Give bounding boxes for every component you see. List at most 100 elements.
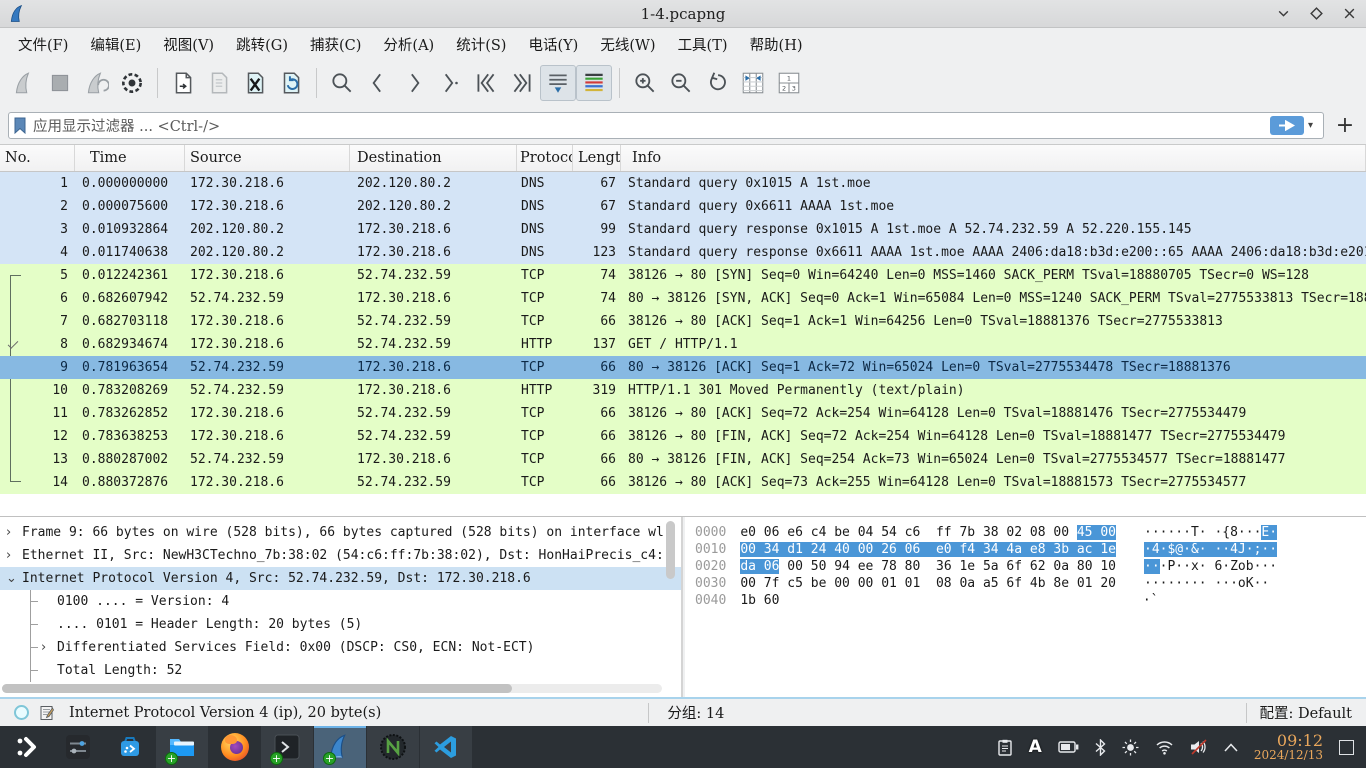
clipboard-tray-icon[interactable] <box>997 739 1013 756</box>
detail-line[interactable]: ›Frame 9: 66 bytes on wire (528 bits), 6… <box>0 521 681 544</box>
packet-row[interactable]: 130.88028700252.74.232.59172.30.218.6TCP… <box>0 448 1366 471</box>
column-header[interactable]: Info <box>621 145 1366 171</box>
packet-row[interactable]: 120.783638253172.30.218.652.74.232.59TCP… <box>0 425 1366 448</box>
menu-item[interactable]: 编辑(E) <box>84 31 147 58</box>
expander-icon[interactable]: › <box>6 544 22 567</box>
restart-capture-button[interactable] <box>78 65 114 101</box>
open-file-button[interactable] <box>165 65 201 101</box>
expander-icon[interactable]: ⌄ <box>6 567 22 590</box>
packet-row[interactable]: 80.682934674172.30.218.652.74.232.59HTTP… <box>0 333 1366 356</box>
zoom-out-button[interactable] <box>663 65 699 101</box>
packet-row[interactable]: 70.682703118172.30.218.652.74.232.59TCP6… <box>0 310 1366 333</box>
menu-item[interactable]: 捕获(C) <box>304 31 367 58</box>
expert-info-icon[interactable] <box>14 705 29 720</box>
column-header[interactable]: No. <box>0 145 75 171</box>
vscode-button[interactable] <box>420 726 472 768</box>
colorize-toggle[interactable] <box>576 65 612 101</box>
menu-item[interactable]: 分析(A) <box>377 31 440 58</box>
zoom-in-button[interactable] <box>627 65 663 101</box>
auto-scroll-toggle[interactable] <box>540 65 576 101</box>
neovim-button[interactable] <box>367 726 419 768</box>
go-forward-button[interactable] <box>396 65 432 101</box>
menu-item[interactable]: 视图(V) <box>157 31 220 58</box>
detail-line[interactable]: ›Ethernet II, Src: NewH3CTechno_7b:38:02… <box>0 544 681 567</box>
go-first-button[interactable] <box>468 65 504 101</box>
detail-line[interactable]: ›Differentiated Services Field: 0x00 (DS… <box>30 636 681 659</box>
hex-row[interactable]: 0000e0 06 e6 c4 be 04 54 c6 ff 7b 38 02 … <box>685 524 1366 541</box>
packet-row[interactable]: 60.68260794252.74.232.59172.30.218.6TCP7… <box>0 287 1366 310</box>
discover-button[interactable] <box>104 726 156 768</box>
filter-bookmark-icon[interactable] <box>13 117 27 134</box>
layout-1-2-3-button[interactable]: 123 <box>771 65 807 101</box>
column-header[interactable]: Time <box>75 145 185 171</box>
hex-row[interactable]: 0020da 06 00 50 94 ee 78 80 36 1e 5a 6f … <box>685 558 1366 575</box>
column-header[interactable]: Lengtl <box>573 145 621 171</box>
system-settings-button[interactable] <box>52 726 104 768</box>
apply-filter-button[interactable] <box>1270 116 1304 135</box>
close-button[interactable] <box>1343 7 1356 20</box>
go-to-packet-button[interactable] <box>432 65 468 101</box>
column-header[interactable]: Destination <box>350 145 517 171</box>
go-last-button[interactable] <box>504 65 540 101</box>
clock[interactable]: 09:12 2024/12/13 <box>1254 732 1323 763</box>
hex-row[interactable]: 00401b 60·` <box>685 592 1366 609</box>
detail-vscrollbar[interactable] <box>666 521 675 681</box>
tray-expand-caret-icon[interactable] <box>1224 743 1238 752</box>
packet-row[interactable]: 110.783262852172.30.218.652.74.232.59TCP… <box>0 402 1366 425</box>
add-filter-button[interactable]: + <box>1332 112 1358 138</box>
capture-comment-icon[interactable] <box>39 705 55 721</box>
packet-row[interactable]: 20.000075600172.30.218.6202.120.80.2DNS6… <box>0 195 1366 218</box>
maximize-button[interactable] <box>1310 7 1323 20</box>
packet-row[interactable]: 50.012242361172.30.218.652.74.232.59TCP7… <box>0 264 1366 287</box>
menu-item[interactable]: 工具(T) <box>672 31 734 58</box>
column-header[interactable]: Source <box>185 145 350 171</box>
detail-line[interactable]: Total Length: 52 <box>30 659 681 682</box>
volume-muted-tray-icon[interactable] <box>1190 739 1208 755</box>
firefox-button[interactable] <box>209 726 261 768</box>
packet-row[interactable]: 90.78196365452.74.232.59172.30.218.6TCP6… <box>0 356 1366 379</box>
detail-hscrollbar[interactable] <box>2 684 662 693</box>
display-filter-input[interactable]: 应用显示过滤器 ... <Ctrl-/> ▾ <box>8 112 1324 139</box>
file-manager-button[interactable]: + <box>156 726 208 768</box>
minimize-button[interactable] <box>1277 7 1290 20</box>
packet-row[interactable]: 40.011740638202.120.80.2172.30.218.6DNS1… <box>0 241 1366 264</box>
bluetooth-tray-icon[interactable] <box>1095 739 1106 756</box>
filter-dropdown-caret[interactable]: ▾ <box>1308 120 1313 131</box>
wifi-tray-icon[interactable] <box>1155 740 1174 755</box>
packet-row[interactable]: 140.880372876172.30.218.652.74.232.59TCP… <box>0 471 1366 494</box>
show-desktop-button[interactable] <box>1339 740 1354 755</box>
menu-item[interactable]: 文件(F) <box>12 31 74 58</box>
resize-columns-button[interactable] <box>735 65 771 101</box>
column-header[interactable]: Protocol <box>517 145 573 171</box>
expander-icon[interactable]: › <box>41 636 57 659</box>
wireshark-task-button[interactable]: + <box>314 726 366 768</box>
packet-row[interactable]: 10.000000000172.30.218.6202.120.80.2DNS6… <box>0 172 1366 195</box>
close-file-button[interactable] <box>237 65 273 101</box>
battery-tray-icon[interactable] <box>1058 741 1079 753</box>
menu-item[interactable]: 帮助(H) <box>744 31 809 58</box>
terminal-button[interactable]: + <box>261 726 313 768</box>
go-back-button[interactable] <box>360 65 396 101</box>
menu-item[interactable]: 跳转(G) <box>230 31 294 58</box>
menu-item[interactable]: 无线(W) <box>594 31 661 58</box>
hex-row[interactable]: 003000 7f c5 be 00 00 01 01 08 0a a5 6f … <box>685 575 1366 592</box>
stop-capture-button[interactable] <box>42 65 78 101</box>
input-method-indicator[interactable]: A <box>1029 737 1042 757</box>
capture-options-button[interactable] <box>114 65 150 101</box>
packet-row[interactable]: 100.78320826952.74.232.59172.30.218.6HTT… <box>0 379 1366 402</box>
detail-line[interactable]: ⌄Internet Protocol Version 4, Src: 52.74… <box>0 567 681 590</box>
save-file-button[interactable] <box>201 65 237 101</box>
menu-item[interactable]: 电话(Y) <box>522 31 584 58</box>
find-packet-button[interactable] <box>324 65 360 101</box>
status-profile[interactable]: 配置: Default <box>1247 702 1366 723</box>
menu-item[interactable]: 统计(S) <box>450 31 512 58</box>
hex-row[interactable]: 001000 34 d1 24 40 00 26 06 e0 f4 34 4a … <box>685 541 1366 558</box>
brightness-tray-icon[interactable] <box>1122 739 1139 756</box>
detail-line[interactable]: 0100 .... = Version: 4 <box>30 590 681 613</box>
packet-row[interactable]: 30.010932864202.120.80.2172.30.218.6DNS9… <box>0 218 1366 241</box>
reload-file-button[interactable] <box>273 65 309 101</box>
expander-icon[interactable]: › <box>6 521 22 544</box>
start-capture-button[interactable] <box>6 65 42 101</box>
app-launcher-button[interactable] <box>0 726 52 768</box>
detail-line[interactable]: .... 0101 = Header Length: 20 bytes (5) <box>30 613 681 636</box>
